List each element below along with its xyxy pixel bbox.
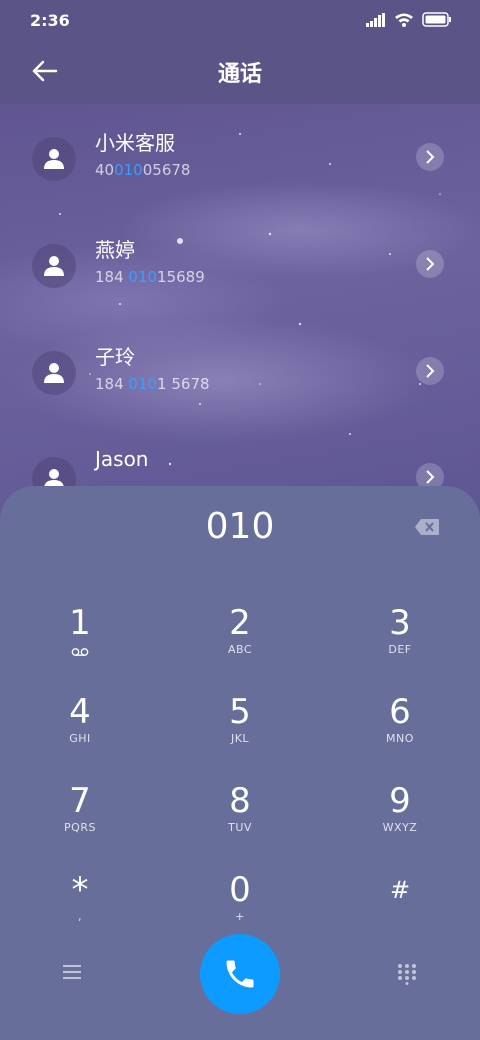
contact-detail-button[interactable]: [416, 357, 444, 385]
person-icon: [44, 256, 64, 276]
menu-icon[interactable]: [62, 963, 84, 981]
phone-icon: [226, 960, 254, 988]
app-header: 通话: [0, 40, 480, 104]
key-9[interactable]: 9 WXYZ: [340, 782, 460, 862]
page-title: 通话: [217, 62, 262, 87]
contact-name: Jason: [95, 447, 149, 471]
battery-icon: [422, 12, 451, 27]
wifi-icon: [395, 13, 413, 27]
chevron-right-icon: [426, 364, 435, 378]
contact-name: 子玲: [95, 345, 135, 369]
chevron-right-icon: [426, 257, 435, 271]
dialpad-panel: 010 1 2 ABC 3 DEF 4 GHI 5 JKL 6 MNO 7 PQ…: [0, 486, 480, 1040]
contact-number: 184 01015689: [95, 268, 205, 286]
key-3[interactable]: 3 DEF: [340, 604, 460, 684]
backspace-icon[interactable]: [414, 518, 440, 536]
key-star[interactable]: * ,: [20, 871, 140, 951]
contact-detail-button[interactable]: [416, 250, 444, 278]
chevron-right-icon: [426, 470, 435, 484]
status-time: 2:36: [30, 11, 70, 30]
key-5[interactable]: 5 JKL: [180, 693, 300, 773]
key-6[interactable]: 6 MNO: [340, 693, 460, 773]
contact-row[interactable]: 小米客服 4001005678: [0, 131, 480, 227]
signal-icon: [366, 12, 385, 27]
voicemail-icon: [71, 648, 89, 656]
person-icon: [44, 363, 64, 383]
call-button[interactable]: [200, 934, 280, 1014]
key-4[interactable]: 4 GHI: [20, 693, 140, 773]
avatar: [32, 351, 76, 395]
key-7[interactable]: 7 PQRS: [20, 782, 140, 862]
avatar: [32, 137, 76, 181]
chevron-right-icon: [426, 150, 435, 164]
contact-name: 燕婷: [95, 238, 135, 262]
avatar: [32, 244, 76, 288]
status-bar: 2:36: [0, 0, 480, 40]
contact-detail-button[interactable]: [416, 143, 444, 171]
dialpad-toggle-icon[interactable]: [397, 963, 417, 985]
key-2[interactable]: 2 ABC: [180, 604, 300, 684]
key-8[interactable]: 8 TUV: [180, 782, 300, 862]
contact-name: 小米客服: [95, 131, 175, 155]
dialed-number-display: 010: [205, 506, 275, 547]
key-hash[interactable]: #: [340, 871, 460, 951]
key-1[interactable]: 1: [20, 604, 140, 684]
contact-row[interactable]: 子玲 184 0101 5678: [0, 345, 480, 441]
contact-row[interactable]: 燕婷 184 01015689: [0, 238, 480, 334]
person-icon: [44, 149, 64, 169]
contact-number: 184 0101 5678: [95, 375, 210, 393]
contact-number: 4001005678: [95, 161, 191, 179]
